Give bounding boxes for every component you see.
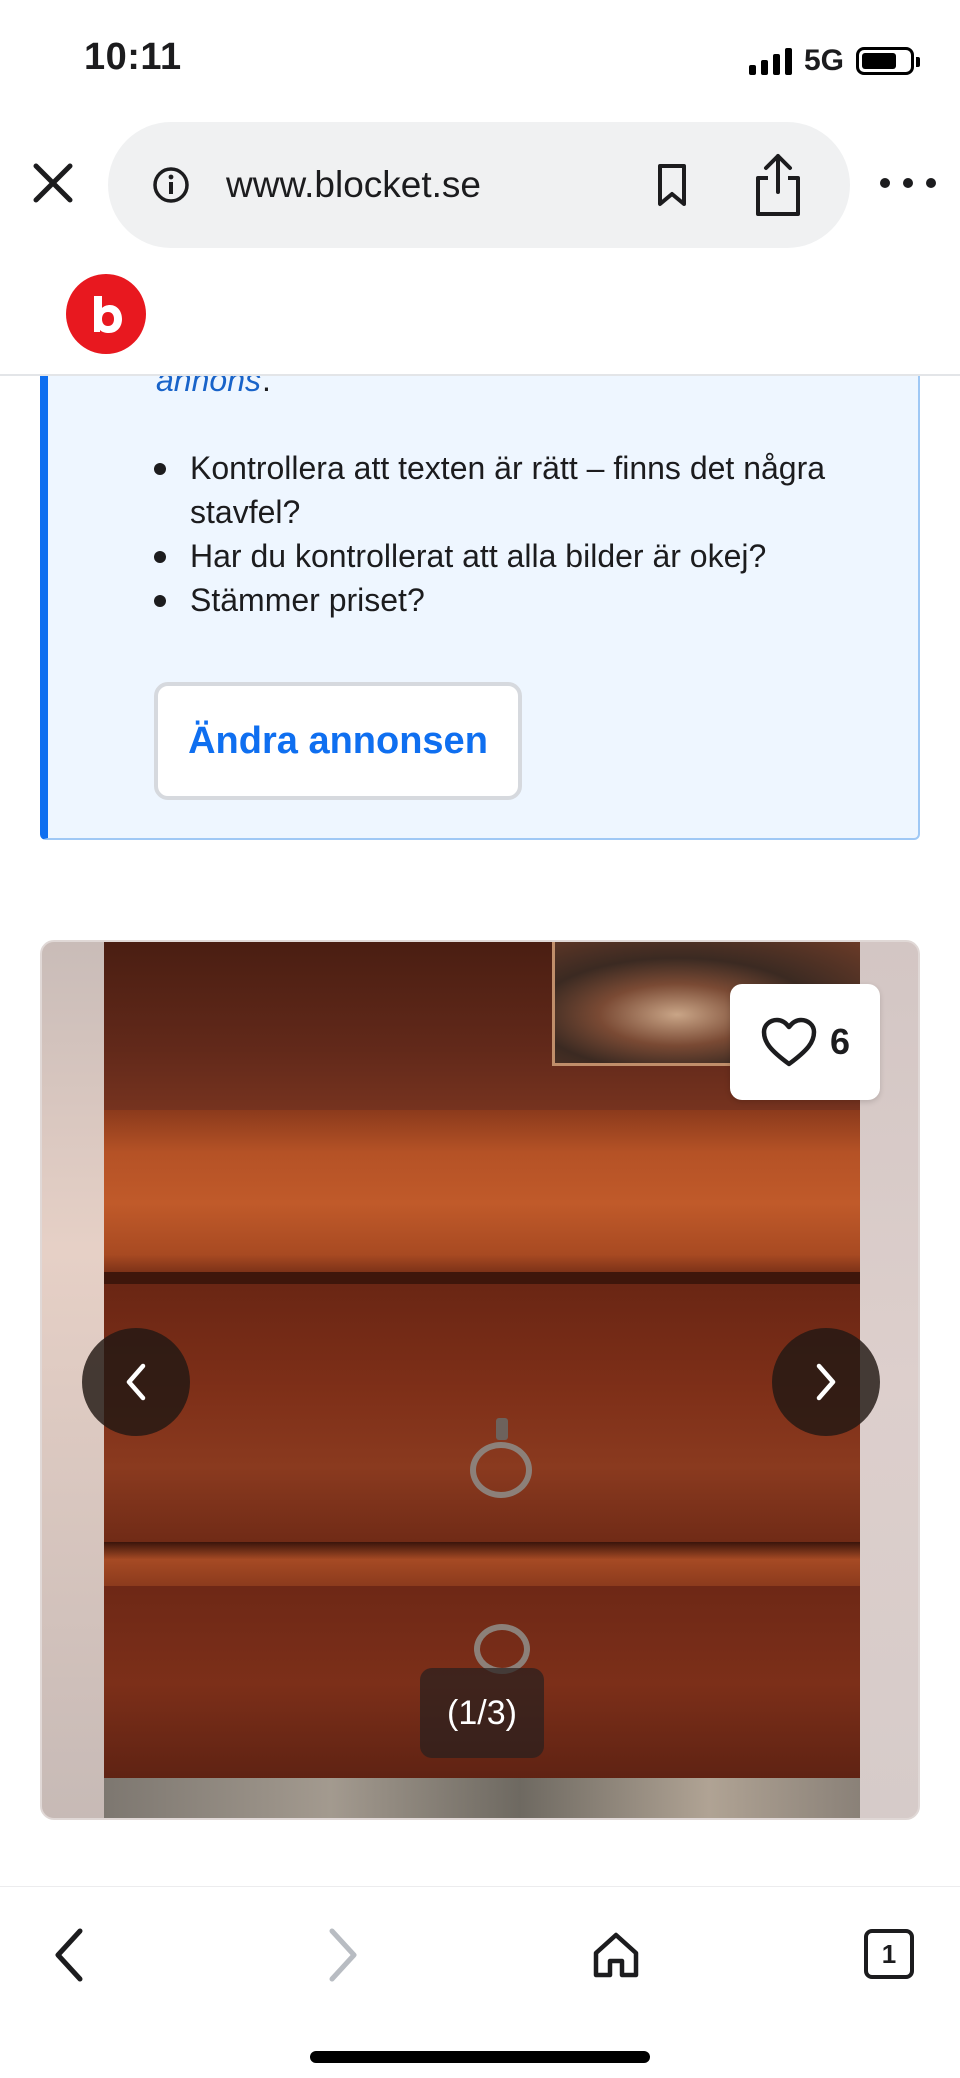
home-indicator: [310, 2051, 650, 2063]
list-item: Har du kontrollerat att alla bilder är o…: [154, 534, 894, 578]
tabs-icon[interactable]: 1: [864, 1929, 914, 1979]
back-icon: [55, 1928, 83, 1982]
tab-count: 1: [881, 1938, 897, 1969]
home-icon: [593, 1932, 639, 1978]
next-image-button[interactable]: [772, 1328, 880, 1436]
favorite-button[interactable]: 6: [730, 984, 880, 1100]
home-button[interactable]: [576, 1915, 656, 1995]
battery-icon: [856, 47, 920, 75]
forward-icon: [329, 1928, 357, 1982]
ad-review-card: annons. Kontrollera att texten är rätt –…: [40, 300, 920, 840]
url-text[interactable]: www.blocket.se: [226, 164, 481, 206]
network-type: 5G: [803, 44, 844, 77]
share-icon[interactable]: [752, 152, 804, 218]
chevron-right-icon: [816, 1363, 836, 1401]
browser-toolbar: 1: [0, 1886, 960, 2078]
info-icon[interactable]: [152, 166, 190, 204]
forward-button[interactable]: [302, 1915, 382, 1995]
address-bar[interactable]: www.blocket.se: [108, 122, 850, 248]
previous-image-button[interactable]: [82, 1328, 190, 1436]
drawer-ring: [474, 1624, 530, 1674]
back-button[interactable]: [30, 1915, 110, 1995]
list-item: Stämmer priset?: [154, 578, 894, 622]
site-header: [0, 252, 960, 376]
favorite-count: 6: [829, 1021, 851, 1062]
bookmark-icon[interactable]: [652, 162, 692, 208]
checklist: Kontrollera att texten är rätt – finns d…: [154, 446, 894, 622]
chevron-left-icon: [126, 1363, 146, 1401]
close-button[interactable]: [28, 158, 78, 208]
blocket-logo[interactable]: [66, 274, 146, 354]
image-counter: (1/3): [420, 1668, 544, 1758]
more-icon[interactable]: [880, 168, 936, 198]
status-indicators: 5G: [748, 44, 920, 78]
status-bar: 10:11 5G: [0, 0, 960, 110]
drawer-ring: [470, 1442, 532, 1498]
status-time: 10:11: [84, 36, 182, 78]
close-icon: [33, 163, 73, 203]
image-gallery[interactable]: 6 (1/3): [40, 940, 920, 1820]
list-item: Kontrollera att texten är rätt – finns d…: [154, 446, 894, 534]
heart-icon: [761, 1017, 817, 1067]
blocket-b-glyph: [94, 296, 122, 333]
edit-ad-button[interactable]: Ändra annonsen: [154, 682, 522, 800]
signal-icon: [748, 47, 792, 75]
browser-bar: www.blocket.se: [0, 112, 960, 252]
